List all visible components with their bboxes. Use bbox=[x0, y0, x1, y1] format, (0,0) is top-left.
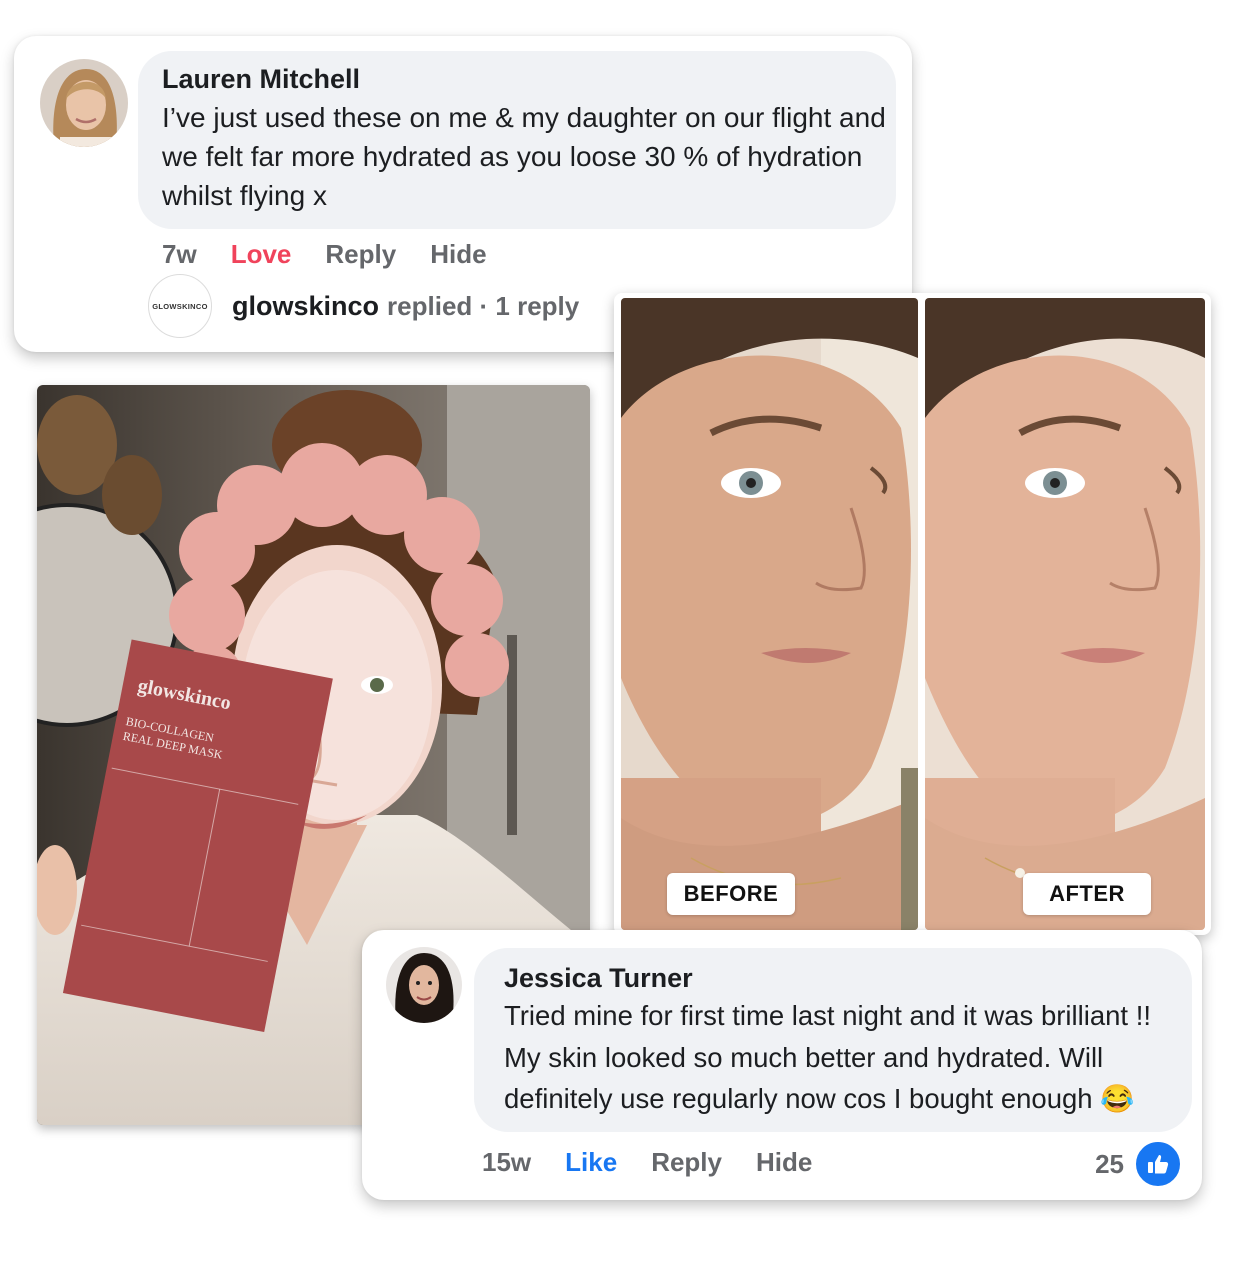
love-reaction-button[interactable]: Love bbox=[231, 239, 292, 270]
comment-author[interactable]: Jessica Turner bbox=[504, 963, 693, 994]
avatar[interactable] bbox=[386, 947, 462, 1023]
comment-card-jessica: Jessica Turner Tried mine for first time… bbox=[362, 930, 1202, 1200]
before-label: BEFORE bbox=[667, 873, 795, 915]
hide-button[interactable]: Hide bbox=[430, 239, 486, 270]
reply-button[interactable]: Reply bbox=[325, 239, 396, 270]
before-after-comparison: BEFORE AFTER bbox=[614, 293, 1211, 935]
before-photo: BEFORE bbox=[621, 298, 918, 930]
comment-text: I’ve just used these on me & my daughter… bbox=[162, 102, 886, 211]
comment-actions: 7w Love Reply Hide bbox=[162, 239, 521, 270]
reply-thread-link[interactable]: GLOWSKINCO glowskinco replied · 1 reply bbox=[148, 274, 579, 338]
comment-time[interactable]: 15w bbox=[482, 1147, 531, 1178]
reaction-summary[interactable]: 25 bbox=[1095, 1140, 1182, 1188]
brand-avatar[interactable]: GLOWSKINCO bbox=[148, 274, 212, 338]
reply-button[interactable]: Reply bbox=[651, 1147, 722, 1178]
avatar[interactable] bbox=[40, 59, 128, 147]
comment-time[interactable]: 7w bbox=[162, 239, 197, 270]
reply-author[interactable]: glowskinco bbox=[232, 291, 379, 322]
comment-text: Tried mine for first time last night and… bbox=[504, 1000, 1151, 1114]
comment-author[interactable]: Lauren Mitchell bbox=[162, 64, 360, 95]
thumbs-up-icon bbox=[1134, 1140, 1182, 1188]
reply-count[interactable]: replied · 1 reply bbox=[387, 291, 579, 322]
like-button[interactable]: Like bbox=[565, 1147, 617, 1178]
comment-actions: 15w Like Reply Hide bbox=[482, 1147, 846, 1178]
like-count[interactable]: 25 bbox=[1095, 1149, 1124, 1180]
after-label: AFTER bbox=[1023, 873, 1151, 915]
after-photo: AFTER bbox=[925, 298, 1205, 930]
hide-button[interactable]: Hide bbox=[756, 1147, 812, 1178]
